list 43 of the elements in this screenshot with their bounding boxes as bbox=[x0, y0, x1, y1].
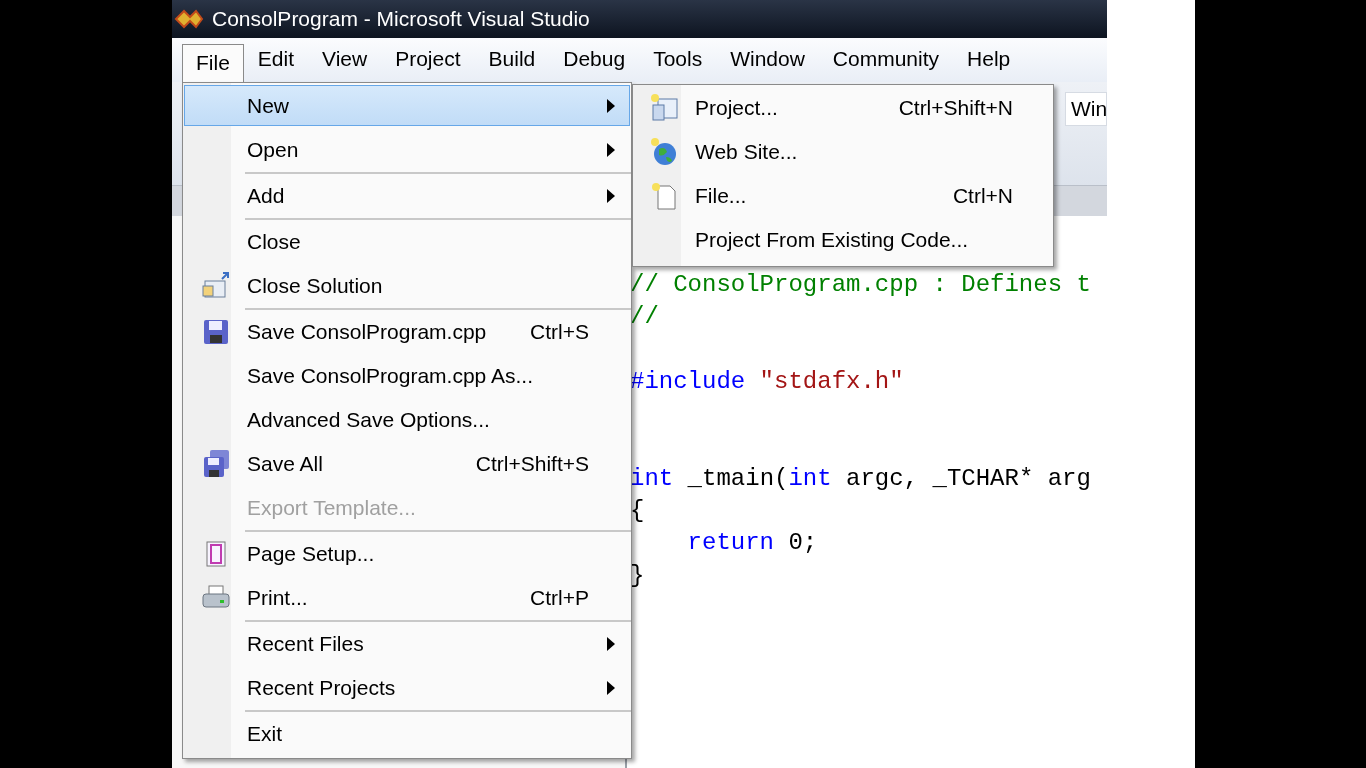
menu-item[interactable]: Save ConsolProgram.cpp Ctrl+S bbox=[184, 310, 630, 354]
menu-item[interactable]: Add bbox=[184, 174, 630, 218]
menu-item[interactable]: Exit bbox=[184, 712, 630, 756]
combo-box[interactable]: Win bbox=[1065, 92, 1107, 126]
menu-item[interactable]: Print... Ctrl+P bbox=[184, 576, 630, 620]
menu[interactable]: Project bbox=[381, 40, 475, 80]
code-line: } bbox=[629, 561, 646, 591]
menu[interactable]: Help bbox=[953, 40, 1025, 80]
menu-item[interactable]: Project From Existing Code... bbox=[633, 218, 1053, 262]
code-line: { bbox=[629, 497, 646, 527]
menu-item[interactable]: File... Ctrl+N bbox=[633, 174, 1053, 218]
menu-item[interactable]: Save ConsolProgram.cpp As... bbox=[184, 354, 630, 398]
menu-item[interactable]: Recent Projects bbox=[184, 666, 630, 710]
menu-item[interactable]: Close Solution bbox=[184, 264, 630, 308]
code-line: // ConsolProgram.cpp : Defines t bbox=[629, 271, 1092, 300]
code-line: int _tmain(int argc, _TCHAR* arg bbox=[629, 464, 1092, 494]
menu[interactable]: Debug bbox=[549, 40, 640, 80]
globe-icon bbox=[649, 137, 679, 167]
menu-item[interactable]: New bbox=[184, 85, 630, 126]
new-file-icon bbox=[649, 181, 679, 211]
menu-item[interactable]: Recent Files bbox=[184, 622, 630, 666]
code-line: return 0; bbox=[686, 529, 819, 559]
menu[interactable]: Window bbox=[716, 40, 819, 80]
code-line: #include "stdafx.h" bbox=[629, 367, 905, 397]
menu[interactable]: Tools bbox=[639, 40, 717, 80]
app-logo-icon bbox=[174, 8, 204, 30]
menu-item[interactable]: Advanced Save Options... bbox=[184, 398, 630, 442]
menu-item[interactable]: Close bbox=[184, 220, 630, 264]
menu[interactable]: Community bbox=[818, 40, 954, 80]
windows-icon bbox=[201, 271, 231, 301]
menu-item[interactable]: Project... Ctrl+Shift+N bbox=[633, 86, 1053, 130]
menu-item[interactable]: Save All Ctrl+Shift+S bbox=[184, 442, 630, 486]
menu-item[interactable]: Open bbox=[184, 128, 630, 172]
menu[interactable]: Build bbox=[474, 40, 550, 80]
menu[interactable]: Edit bbox=[243, 40, 309, 80]
floppy-disks-icon bbox=[201, 449, 231, 479]
menu[interactable]: File bbox=[182, 44, 244, 84]
window-title: ConsolProgram - Microsoft Visual Studio bbox=[212, 7, 590, 31]
menu-item[interactable]: Page Setup... bbox=[184, 532, 630, 576]
code-line: // bbox=[629, 303, 660, 333]
new-project-icon bbox=[649, 93, 679, 123]
menu-item[interactable]: Web Site... bbox=[633, 130, 1053, 174]
menu[interactable]: View bbox=[308, 40, 382, 80]
